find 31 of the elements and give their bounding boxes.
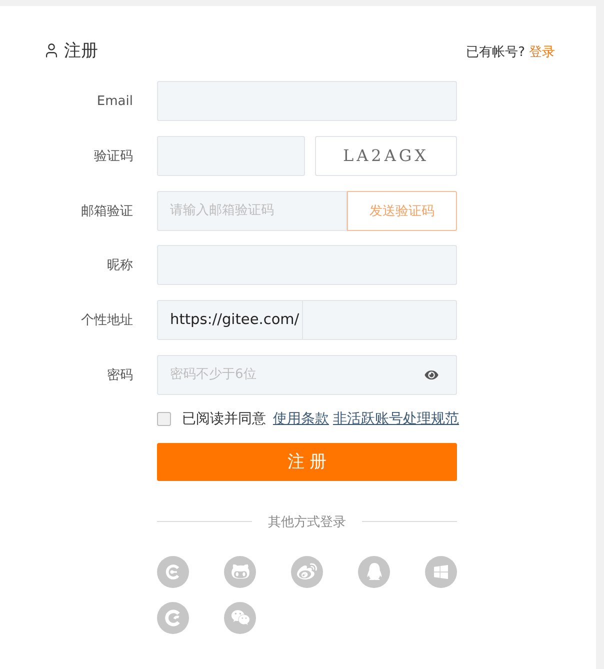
login-link[interactable]: 登录 bbox=[529, 42, 555, 60]
field-label: 密码 bbox=[106, 366, 133, 384]
user-icon bbox=[43, 42, 60, 58]
cat-logo-icon[interactable] bbox=[224, 556, 256, 588]
divider-label: 其他方式登录 bbox=[268, 514, 346, 531]
field-label: 邮箱验证 bbox=[80, 202, 133, 220]
c-logo-icon[interactable] bbox=[157, 556, 189, 588]
agreement-text: 已阅读并同意 bbox=[182, 410, 266, 428]
eye-logo-icon[interactable] bbox=[291, 556, 323, 588]
terms-link[interactable]: 使用条款 bbox=[273, 410, 329, 428]
field-label: Email bbox=[96, 94, 133, 108]
input-field[interactable]: 请输入邮箱验证码 bbox=[157, 190, 347, 231]
four-panes-icon[interactable] bbox=[425, 556, 457, 588]
input-field[interactable] bbox=[157, 245, 457, 286]
field-label: 个性地址 bbox=[80, 312, 133, 330]
captcha-image[interactable]: LA2AGX bbox=[315, 136, 457, 176]
password-field[interactable]: 密码不少于6位 bbox=[157, 354, 457, 395]
input-field[interactable] bbox=[303, 300, 457, 340]
chat-bubbles-icon[interactable] bbox=[224, 602, 256, 634]
page-title: 注册 bbox=[64, 40, 98, 62]
hook-logo-icon[interactable] bbox=[157, 602, 189, 634]
login-prompt: 已有帐号? bbox=[466, 44, 525, 60]
eye-icon[interactable] bbox=[424, 368, 439, 381]
input-field[interactable] bbox=[157, 136, 305, 176]
field-label: 验证码 bbox=[93, 148, 133, 165]
terms-link[interactable]: 非活跃账号处理规范 bbox=[333, 410, 459, 428]
checkbox[interactable] bbox=[157, 412, 171, 426]
penguin-icon[interactable] bbox=[358, 556, 390, 588]
field-label: 昵称 bbox=[106, 257, 133, 274]
url-prefix: https://gitee.com/ bbox=[157, 300, 303, 340]
input-field[interactable] bbox=[157, 81, 457, 121]
